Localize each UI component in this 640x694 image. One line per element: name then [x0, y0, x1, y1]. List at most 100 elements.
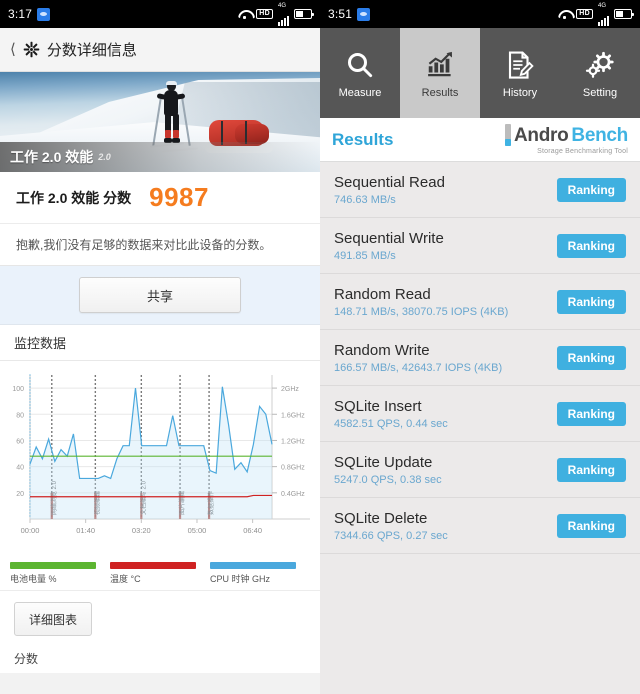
tab-label-history: History [502, 86, 538, 99]
result-row: Random Write 166.57 MB/s, 42643.7 IOPS (4… [320, 330, 640, 386]
svg-text:0.4GHz: 0.4GHz [281, 491, 305, 498]
svg-text:1.2GHz: 1.2GHz [281, 438, 305, 445]
svg-text:00:00: 00:00 [21, 526, 40, 535]
legend-swatch-battery [10, 562, 96, 569]
ranking-button[interactable]: Ranking [556, 177, 626, 202]
magnifier-icon [345, 48, 375, 82]
hd-icon: HD [576, 9, 593, 19]
result-texts: Random Read 148.71 MB/s, 38070.75 IOPS (4… [334, 286, 508, 318]
result-row: Sequential Write 491.85 MB/s Ranking [320, 218, 640, 274]
result-value: 148.71 MB/s, 38070.75 IOPS (4KB) [334, 305, 509, 318]
result-row: SQLite Delete 7344.66 QPS, 0.27 sec Rankin… [320, 498, 640, 554]
share-button[interactable]: 共享 [79, 277, 241, 313]
ranking-button[interactable]: Ranking [556, 457, 626, 482]
signal-gen-label: 4G [278, 2, 287, 9]
result-name: SQLite Delete [334, 509, 428, 527]
logo-text-bench: Bench [571, 124, 628, 146]
result-name: Random Read [334, 285, 431, 303]
result-texts: Random Write 166.57 MB/s, 42643.7 IOPS (4… [334, 342, 502, 374]
svg-text:80: 80 [16, 412, 24, 419]
gears-icon [585, 48, 615, 82]
status-right-group: HD 4G [238, 3, 314, 26]
tab-label-setting: Setting [582, 86, 618, 99]
legend-swatch-cpu-clock [210, 562, 296, 569]
svg-text:2GHz: 2GHz [281, 386, 299, 393]
result-row: Sequential Read 746.63 MB/s Ranking [320, 162, 640, 218]
battery-icon [294, 9, 314, 19]
right-phone-screen: 3:51 HD 4G Measure Results History Setti… [320, 0, 640, 694]
ranking-button[interactable]: Ranking [556, 513, 626, 538]
hero-banner: 工作 2.0 效能 2.0 [0, 72, 320, 172]
tab-setting[interactable]: Setting [560, 28, 640, 118]
ranking-button[interactable]: Ranking [556, 233, 626, 258]
monitor-chart-svg: 20 40 60 80 100 0.4GHz 0.8GHz 1.2GHz 1.6GHz 2GHz 0… [12, 374, 310, 535]
battery-icon [614, 9, 634, 19]
svg-text:05:00: 05:00 [188, 526, 207, 535]
signal-bars-icon: 4G [598, 3, 609, 26]
result-value: 7344.66 QPS, 0.27 sec [334, 529, 448, 542]
result-texts: Sequential Read 746.63 MB/s [334, 174, 445, 206]
bar-chart-icon [425, 48, 455, 82]
hero-caption: 工作 2.0 效能 2.0 [0, 142, 320, 172]
status-left-group: 3:17 [8, 7, 51, 21]
back-chevron-icon[interactable]: ⟨ [10, 42, 16, 57]
legend-swatch-temperature [110, 562, 196, 569]
androbench-logo: Andro Bench Storage Benchmarking Tool [504, 124, 628, 155]
svg-text:20: 20 [16, 491, 24, 498]
result-name: SQLite Insert [334, 397, 422, 415]
androbench-mark-icon [504, 124, 511, 146]
legend-item-temperature: 温度 °C [110, 562, 210, 585]
result-texts: SQLite Update 5247.0 QPS, 0.38 sec [334, 454, 442, 486]
wifi-icon [558, 9, 571, 19]
result-row: SQLite Update 5247.0 QPS, 0.38 sec Ranking [320, 442, 640, 498]
svg-text:03:20: 03:20 [132, 526, 151, 535]
comparison-note-text: 抱歉,我们没有足够的数据来对比此设备的分数。 [16, 238, 272, 252]
status-clock: 3:17 [8, 7, 33, 21]
result-name: SQLite Update [334, 453, 433, 471]
status-left-group: 3:51 [328, 7, 371, 21]
app-bar: ⟨ 分数详细信息 [0, 28, 320, 72]
comparison-note: 抱歉,我们没有足够的数据来对比此设备的分数。 [0, 224, 320, 266]
status-right-group: HD 4G [558, 3, 634, 26]
status-bar-right: 3:51 HD 4G [320, 0, 640, 28]
result-texts: SQLite Delete 7344.66 QPS, 0.27 sec [334, 510, 448, 542]
ranking-button[interactable]: Ranking [556, 401, 626, 426]
status-bar-left: 3:17 HD 4G [0, 0, 320, 28]
document-pencil-icon [505, 48, 535, 82]
detail-chart-section: 详细图表 [0, 591, 320, 647]
result-value: 5247.0 QPS, 0.38 sec [334, 473, 442, 486]
result-value: 746.63 MB/s [334, 193, 396, 206]
hd-icon: HD [256, 9, 273, 19]
monitor-chart: 20 40 60 80 100 0.4GHz 0.8GHz 1.2GHz 1.6GHz 2GHz 0… [0, 361, 320, 557]
tab-history[interactable]: History [480, 28, 560, 118]
tab-results[interactable]: Results [400, 28, 480, 118]
legend-label-battery: 电池电量 % [10, 574, 57, 584]
svg-text:100: 100 [12, 386, 24, 393]
result-name: Sequential Read [334, 173, 445, 191]
result-value: 166.57 MB/s, 42643.7 IOPS (4KB) [334, 361, 503, 374]
result-name: Random Write [334, 341, 430, 359]
wifi-icon [238, 9, 251, 19]
result-value: 491.85 MB/s [334, 249, 396, 262]
svg-text:40: 40 [16, 465, 24, 472]
ranking-button[interactable]: Ranking [556, 289, 626, 314]
dual-screenshot: 3:17 HD 4G ⟨ 分数详细信息 工作 2.0 效能 2.0 工作 2.0… [0, 0, 640, 694]
svg-text:01:40: 01:40 [76, 526, 95, 535]
tab-label-results: Results [421, 86, 459, 99]
legend-item-cpu-clock: CPU 时钟 GHz [210, 562, 310, 585]
results-list: Sequential Read 746.63 MB/s Ranking Sequent… [320, 162, 640, 554]
logo-tagline: Storage Benchmarking Tool [537, 148, 628, 155]
svg-text:60: 60 [16, 438, 24, 445]
status-clock: 3:51 [328, 7, 353, 21]
ranking-button[interactable]: Ranking [556, 345, 626, 370]
legend-label-cpu-clock: CPU 时钟 GHz [210, 574, 271, 584]
result-row: SQLite Insert 4582.51 QPS, 0.44 sec Rankin… [320, 386, 640, 442]
logo-text-andro: Andro [513, 124, 569, 146]
signal-bars-icon: 4G [278, 3, 289, 26]
left-phone-screen: 3:17 HD 4G ⟨ 分数详细信息 工作 2.0 效能 2.0 工作 2.0… [0, 0, 320, 694]
tab-measure[interactable]: Measure [320, 28, 400, 118]
result-texts: SQLite Insert 4582.51 QPS, 0.44 sec [334, 398, 448, 430]
detail-chart-button[interactable]: 详细图表 [14, 602, 93, 636]
legend-item-battery: 电池电量 % [10, 562, 110, 585]
svg-text:1.6GHz: 1.6GHz [281, 412, 305, 419]
